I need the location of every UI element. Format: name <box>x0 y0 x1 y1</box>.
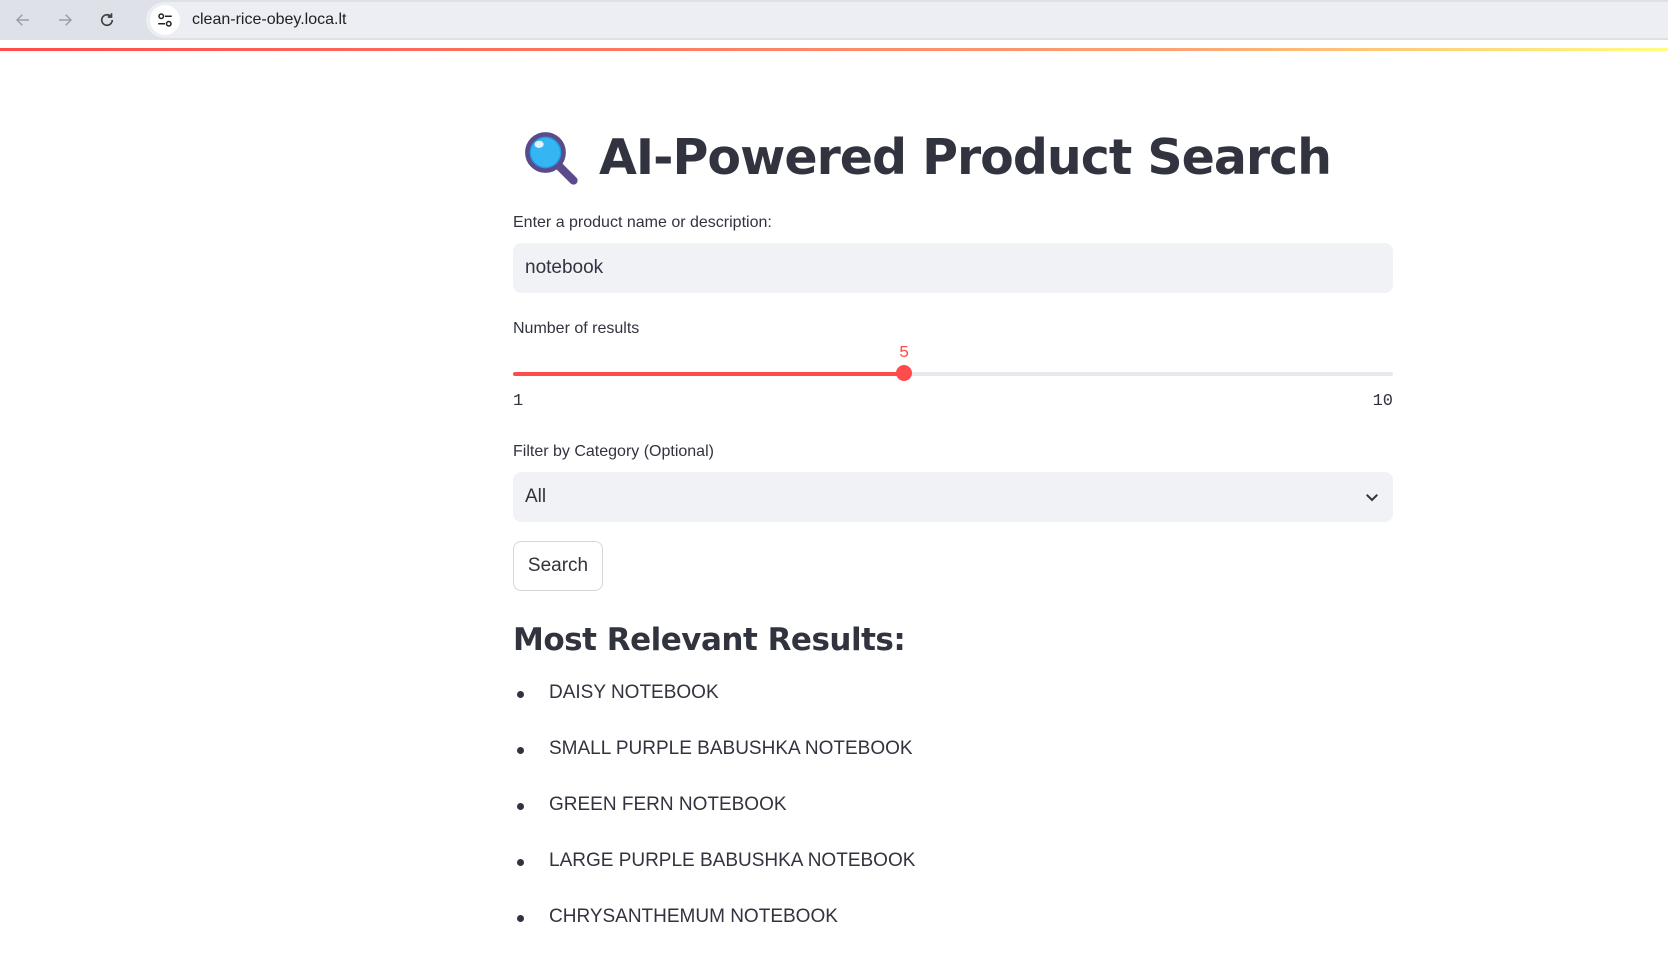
list-item: LARGE PURPLE BABUSHKA NOTEBOOK <box>513 850 915 906</box>
arrow-right-icon <box>59 14 73 26</box>
bullet-icon <box>517 859 524 866</box>
magnifying-glass-icon <box>525 132 578 185</box>
result-item-text: GREEN FERN NOTEBOOK <box>549 794 787 815</box>
page-title: AI-Powered Product Search <box>599 128 1332 186</box>
result-item-text: SMALL PURPLE BABUSHKA NOTEBOOK <box>549 738 913 759</box>
category-label: Filter by Category (Optional) <box>513 443 714 460</box>
slider-track[interactable] <box>513 372 1393 376</box>
results-heading: Most Relevant Results: <box>513 622 906 658</box>
reload-icon <box>100 13 114 27</box>
slider-thumb[interactable] <box>896 365 913 381</box>
num-results-slider[interactable]: 5 1 10 <box>513 340 1393 411</box>
bullet-icon <box>517 747 524 754</box>
reload-button[interactable] <box>94 7 120 33</box>
slider-value: 5 <box>899 344 910 363</box>
bullet-icon <box>517 803 524 810</box>
browser-toolbar: clean-rice-obey.loca.lt <box>0 0 1668 40</box>
bullet-icon <box>517 691 524 698</box>
title-row: AI-Powered Product Search <box>513 124 1393 190</box>
result-item-text: CHRYSANTHEMUM NOTEBOOK <box>549 906 838 927</box>
list-item: CHRYSANTHEMUM NOTEBOOK <box>513 906 915 962</box>
chevron-down-icon <box>1366 494 1378 502</box>
list-item: GREEN FERN NOTEBOOK <box>513 794 915 850</box>
category-select[interactable]: All <box>513 472 1393 522</box>
arrow-left-icon <box>15 14 29 26</box>
main-content: AI-Powered Product Search Enter a produc… <box>513 60 1393 927</box>
tune-icon <box>158 13 172 27</box>
list-item: SMALL PURPLE BABUSHKA NOTEBOOK <box>513 738 915 794</box>
results-list: DAISY NOTEBOOK SMALL PURPLE BABUSHKA NOTE… <box>513 682 915 962</box>
num-results-label: Number of results <box>513 320 640 337</box>
url-text[interactable]: clean-rice-obey.loca.lt <box>192 11 346 29</box>
site-info-button[interactable] <box>150 5 180 35</box>
address-bar[interactable]: clean-rice-obey.loca.lt <box>146 2 1668 38</box>
header-decoration <box>0 48 1668 51</box>
search-input[interactable] <box>513 243 1393 293</box>
back-button[interactable] <box>10 7 36 33</box>
slider-fill <box>513 372 905 376</box>
slider-min-label: 1 <box>513 392 524 411</box>
search-label: Enter a product name or description: <box>513 214 772 231</box>
forward-button[interactable] <box>52 7 78 33</box>
search-button[interactable]: Search <box>513 541 603 591</box>
slider-max-label: 10 <box>1372 392 1393 411</box>
list-item: DAISY NOTEBOOK <box>513 682 915 738</box>
bullet-icon <box>517 915 524 922</box>
category-selected-value: All <box>525 486 547 507</box>
result-item-text: DAISY NOTEBOOK <box>549 682 719 703</box>
result-item-text: LARGE PURPLE BABUSHKA NOTEBOOK <box>549 850 916 871</box>
